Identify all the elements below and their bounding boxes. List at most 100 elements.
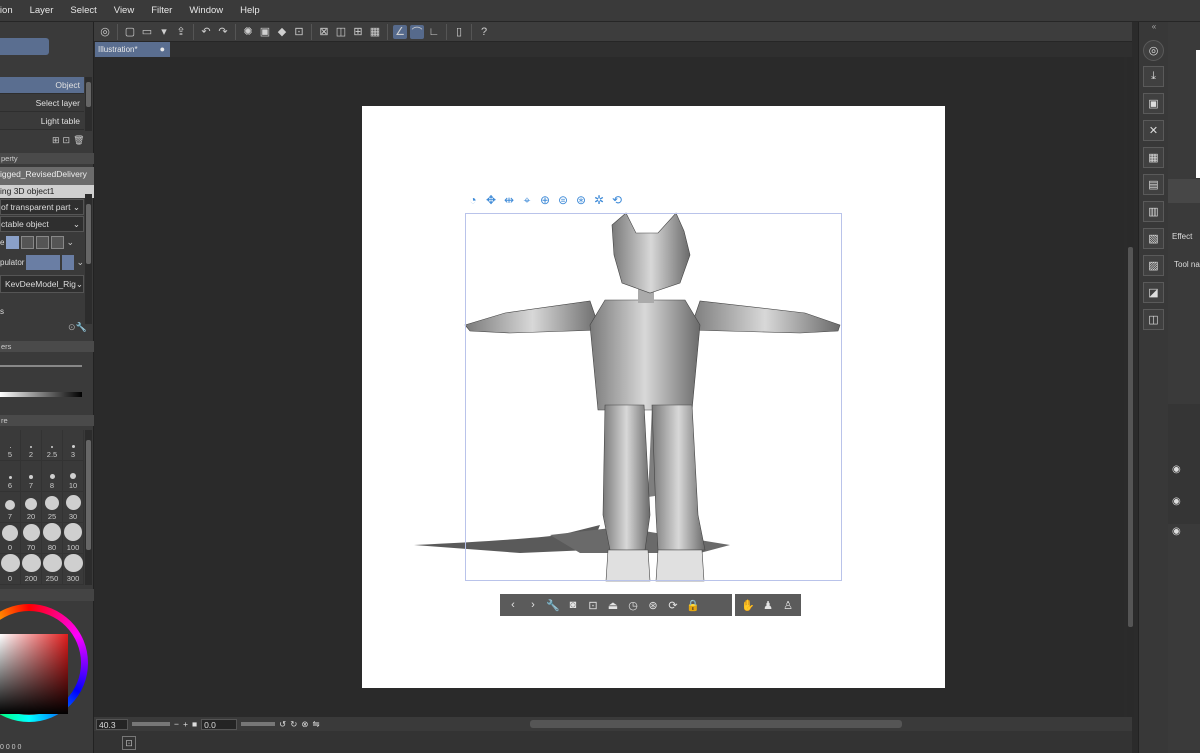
brush-size-cell[interactable]: 300: [63, 554, 84, 585]
rotate-3-icon[interactable]: ⊛: [574, 193, 588, 207]
manipulator-toggle[interactable]: [26, 255, 60, 270]
opacity-slider[interactable]: [0, 392, 82, 397]
figure-settings-icon[interactable]: ♙: [779, 596, 797, 614]
fill-icon[interactable]: ◆: [275, 25, 289, 39]
save-icon[interactable]: ▾: [157, 25, 171, 39]
clock-icon[interactable]: ◷: [624, 596, 642, 614]
scrollbar[interactable]: [85, 77, 92, 131]
menu-window[interactable]: Window: [181, 0, 232, 22]
clear-icon[interactable]: ▣: [258, 25, 272, 39]
deselect-icon[interactable]: ⊠: [317, 25, 331, 39]
eye-icon[interactable]: ◉: [1172, 496, 1181, 507]
fit-icon[interactable]: ⊡: [584, 596, 602, 614]
move-xyz-icon[interactable]: ⌖: [520, 193, 534, 207]
transform-icon[interactable]: ⊡: [292, 25, 306, 39]
layout-icon[interactable]: ⊡: [122, 736, 136, 750]
layer-property-icon[interactable]: ▣: [1143, 93, 1164, 114]
menu-filter[interactable]: Filter: [143, 0, 181, 22]
snap-grid-icon[interactable]: ∟: [427, 25, 441, 39]
scrollbar[interactable]: [85, 194, 92, 324]
mode-4-icon[interactable]: [51, 235, 65, 249]
brush-size-cell[interactable]: 30: [63, 492, 84, 523]
collapse-icon[interactable]: «: [1139, 22, 1169, 32]
menu-layer[interactable]: Layer: [22, 0, 63, 22]
reset-icon[interactable]: ✲: [592, 193, 606, 207]
mode-1-icon[interactable]: [6, 235, 20, 249]
brush-size-cell[interactable]: 0: [0, 554, 21, 585]
brush-size-cell[interactable]: 3: [63, 430, 84, 461]
redo-icon[interactable]: ↷: [216, 25, 230, 39]
model-select[interactable]: KevDeeModel_Rig ⌄: [0, 275, 84, 293]
item-bank-icon[interactable]: ▧: [1143, 228, 1164, 249]
rotate-left-icon[interactable]: ↺: [279, 719, 286, 730]
brush-size-cell[interactable]: 70: [21, 523, 42, 554]
brush-size-cell[interactable]: 7: [0, 492, 21, 523]
brush-size-cell[interactable]: 2: [21, 430, 42, 461]
lock-icon[interactable]: 🔒: [684, 596, 702, 614]
rotate-icon[interactable]: ⊕: [538, 193, 552, 207]
brush-size-cell[interactable]: 10: [63, 461, 84, 492]
sub-tool-select-layer[interactable]: Select layer: [0, 95, 84, 112]
horizontal-scrollbar[interactable]: [530, 720, 902, 728]
slider-track[interactable]: [0, 365, 82, 367]
material-icon[interactable]: ▦: [1143, 147, 1164, 168]
ruler-icon[interactable]: ▦: [368, 25, 382, 39]
crop-icon[interactable]: ⊞: [351, 25, 365, 39]
rotate-right-icon[interactable]: ↻: [290, 719, 297, 730]
move-icon[interactable]: ⇹: [502, 193, 516, 207]
brush-size-cell[interactable]: 7: [21, 461, 42, 492]
table-object-select[interactable]: ctable object ⌄: [0, 216, 84, 232]
zoom-slider[interactable]: [132, 722, 170, 726]
settings-icon[interactable]: 🔧: [544, 596, 562, 614]
quick-access-icon[interactable]: ◪: [1143, 282, 1164, 303]
figure-icon[interactable]: ♟: [759, 596, 777, 614]
search-layer-icon[interactable]: ▨: [1143, 255, 1164, 276]
object-bounding-box[interactable]: [465, 213, 842, 581]
rotation-field[interactable]: 0.0: [201, 718, 238, 730]
next-icon[interactable]: ›: [524, 596, 542, 614]
ground-icon[interactable]: ⏏: [604, 596, 622, 614]
camera-icon[interactable]: ◙: [564, 596, 582, 614]
zoom-out-icon[interactable]: −: [174, 719, 179, 729]
chevron-down-icon[interactable]: ⌄: [66, 237, 74, 248]
brush-size-cell[interactable]: 0: [0, 523, 21, 554]
clip-logo-icon[interactable]: ◎: [98, 25, 112, 39]
navigator-preview[interactable]: [1196, 50, 1200, 178]
pan-icon[interactable]: ✥: [484, 193, 498, 207]
transparent-part-select[interactable]: of transparent part ⌄: [0, 199, 84, 215]
menu-select[interactable]: Select: [62, 0, 105, 22]
active-tab[interactable]: [0, 38, 49, 55]
chevron-down-icon[interactable]: ⌄: [76, 257, 84, 268]
reset-rotation-icon[interactable]: ⊗: [301, 719, 308, 730]
zoom-field[interactable]: 40.3: [96, 718, 128, 730]
flip-icon[interactable]: ⇋: [312, 719, 319, 730]
eye-icon[interactable]: ◉: [1172, 526, 1181, 537]
tab-illustration[interactable]: Illustration* ●: [95, 42, 170, 57]
rotation-slider[interactable]: [241, 722, 276, 726]
scrollbar[interactable]: [85, 430, 92, 585]
rotate-2-icon[interactable]: ⊜: [556, 193, 570, 207]
color-saturation-square[interactable]: [0, 634, 68, 714]
camera-rotate-icon[interactable]: ◔: [466, 193, 480, 207]
snap-special-icon[interactable]: ⌒: [410, 24, 424, 39]
pose-icon[interactable]: ⊛: [644, 596, 662, 614]
close-icon[interactable]: ●: [160, 42, 165, 57]
menu-view[interactable]: View: [106, 0, 143, 22]
loading-icon[interactable]: ✺: [241, 25, 255, 39]
snap-ruler-icon[interactable]: ∠: [393, 24, 407, 39]
menu-animation[interactable]: ation: [0, 0, 22, 22]
sub-tool-object[interactable]: Object: [0, 77, 84, 94]
brush-size-cell[interactable]: 5: [0, 430, 21, 461]
brush-size-cell[interactable]: 250: [42, 554, 63, 585]
new-icon[interactable]: ▢: [123, 25, 137, 39]
info-icon[interactable]: ◫: [1143, 309, 1164, 330]
brush-size-cell[interactable]: 8: [42, 461, 63, 492]
stop-icon[interactable]: ■: [192, 719, 197, 729]
navigator-icon[interactable]: ◎: [1143, 40, 1164, 61]
vertical-scrollbar[interactable]: [1127, 57, 1134, 717]
history-icon[interactable]: ▤: [1143, 174, 1164, 195]
hand-pose-icon[interactable]: ✋: [739, 596, 757, 614]
help-icon[interactable]: ?: [477, 25, 491, 39]
subtool-actions[interactable]: ⊞⊡🗑: [52, 135, 92, 147]
close-panel-icon[interactable]: ✕: [1143, 120, 1164, 141]
